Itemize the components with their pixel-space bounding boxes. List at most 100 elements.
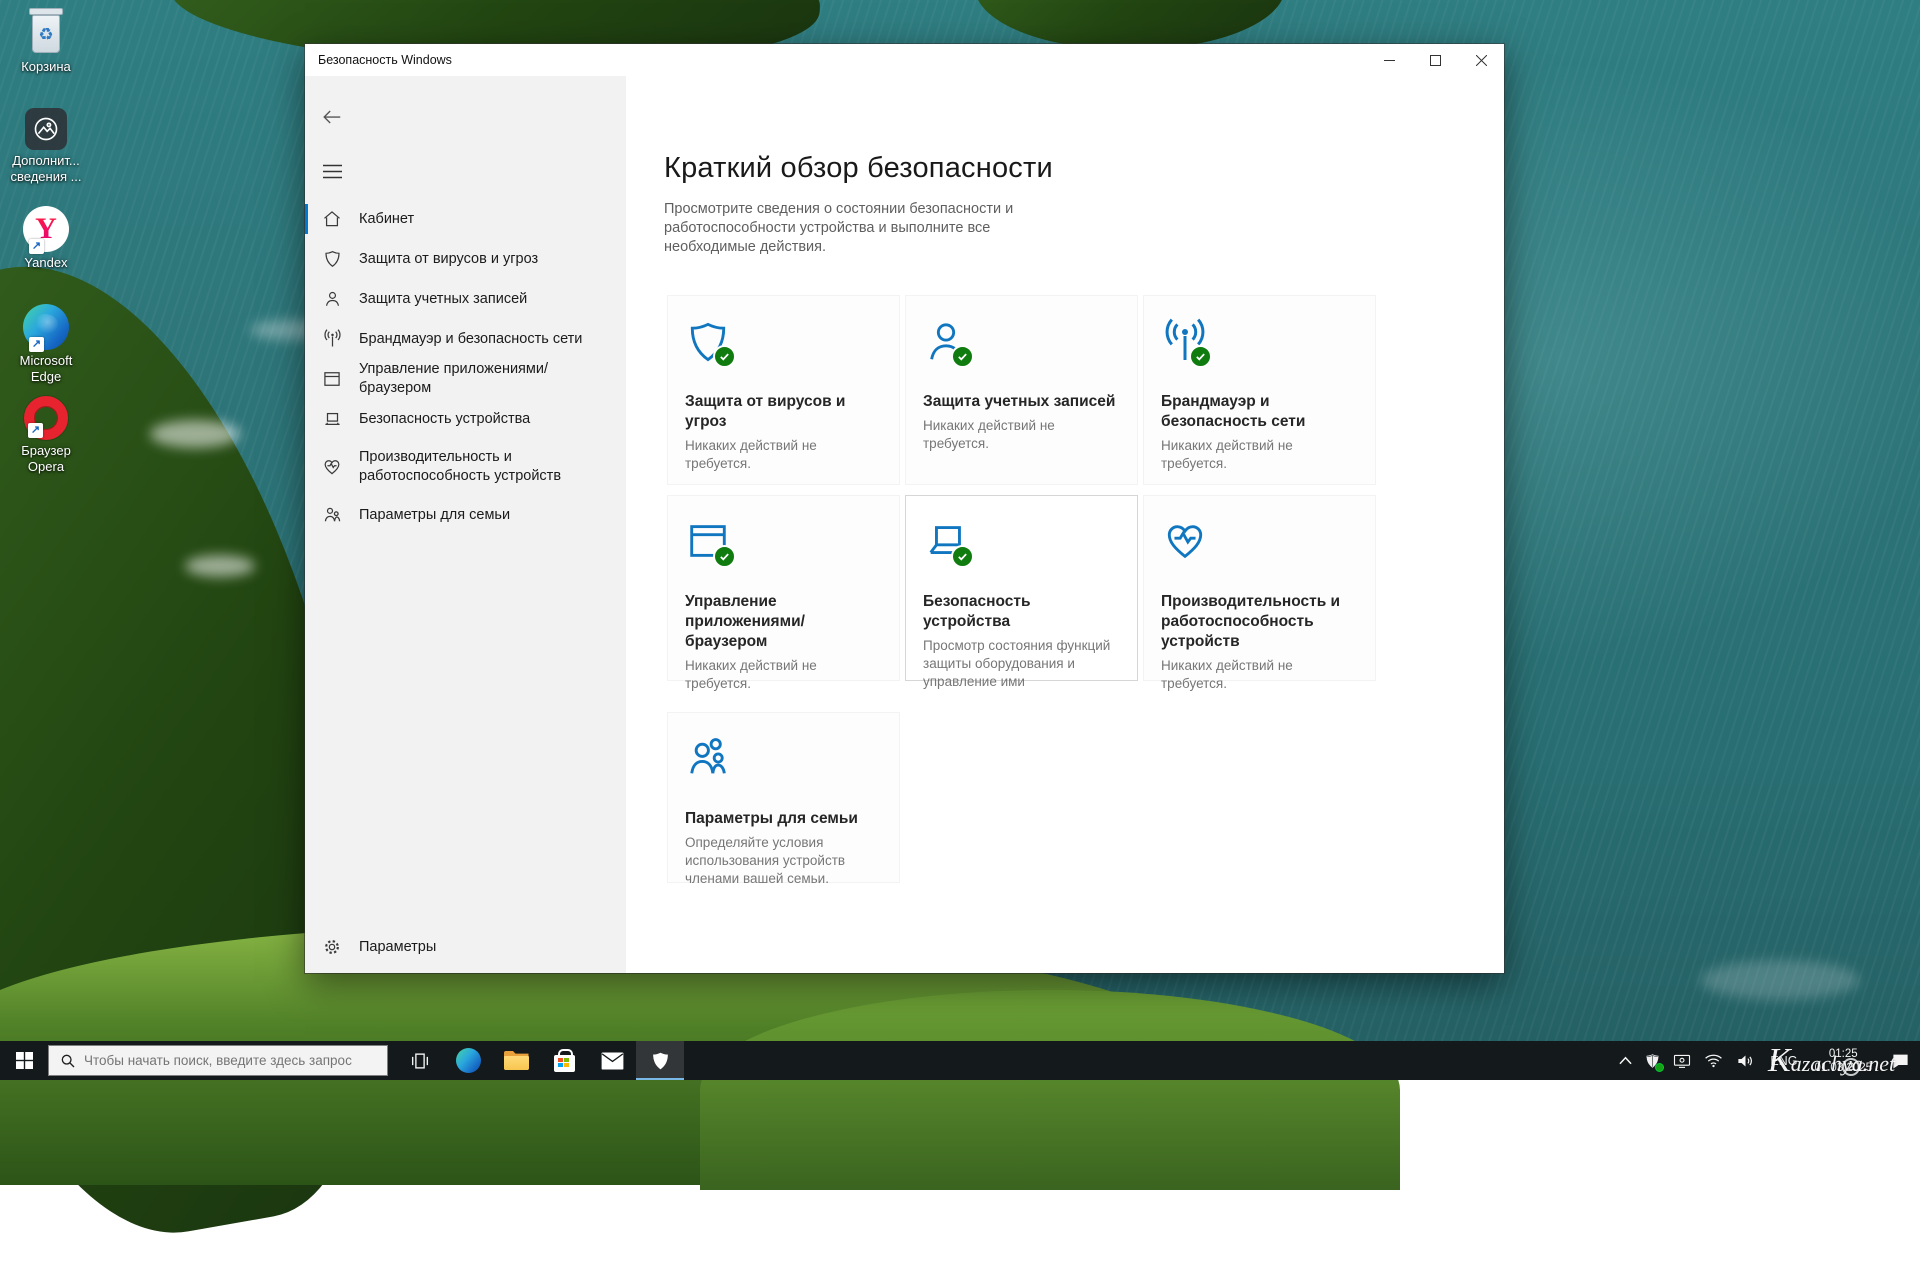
check-badge-icon bbox=[951, 545, 974, 568]
sea-foam bbox=[150, 420, 240, 448]
start-button[interactable] bbox=[0, 1041, 48, 1080]
yandex-icon: Y ↗ bbox=[23, 206, 69, 252]
health-icon bbox=[321, 456, 343, 478]
family-icon bbox=[685, 735, 737, 785]
desktop-icon-label: Дополнит... bbox=[8, 153, 84, 169]
tile-firewall[interactable]: Брандмауэр и безопасность сети Никаких д… bbox=[1143, 295, 1376, 485]
file-explorer-icon bbox=[504, 1051, 529, 1070]
sea-foam bbox=[185, 555, 255, 577]
mail-icon bbox=[601, 1052, 624, 1070]
device-icon bbox=[321, 408, 343, 430]
sidebar-item-firewall[interactable]: Брандмауэр и безопасность сети bbox=[305, 319, 626, 359]
windows-logo-icon bbox=[16, 1052, 33, 1069]
sidebar-item-family-options[interactable]: Параметры для семьи bbox=[305, 495, 626, 535]
action-center-button[interactable] bbox=[1880, 1041, 1920, 1080]
speaker-icon bbox=[1736, 1053, 1755, 1069]
desktop-icon-recycle-bin[interactable]: ♻ Корзина bbox=[8, 8, 84, 75]
minimize-button[interactable] bbox=[1366, 44, 1412, 76]
title-bar[interactable]: Безопасность Windows bbox=[305, 44, 1504, 76]
recycle-bin-icon: ♻ bbox=[26, 8, 66, 56]
mail-button[interactable] bbox=[588, 1041, 636, 1080]
action-center-icon bbox=[1891, 1052, 1910, 1070]
tray-chevron-button[interactable] bbox=[1613, 1041, 1637, 1080]
sidebar-item-device-security[interactable]: Безопасность устройства bbox=[305, 399, 626, 439]
sidebar-nav: Кабинет Защита от вирусов и угроз Защита bbox=[305, 199, 626, 535]
photo-icon bbox=[25, 108, 67, 150]
windows-security-icon bbox=[650, 1050, 671, 1072]
desktop-icon-label: Корзина bbox=[8, 59, 84, 75]
desktop-icon-edge[interactable]: ↗ Microsoft Edge bbox=[8, 304, 84, 385]
sidebar-item-app-browser-control[interactable]: Управление приложениями/браузером bbox=[305, 359, 626, 399]
desktop-icon-label: Yandex bbox=[8, 255, 84, 271]
tile-title: Защита учетных записей bbox=[923, 392, 1120, 412]
tile-title: Параметры для семьи bbox=[685, 809, 882, 829]
search-icon bbox=[60, 1053, 76, 1069]
back-button[interactable] bbox=[315, 102, 349, 132]
desktop-icon-label: Браузер bbox=[8, 443, 84, 459]
tile-title: Производительность и работоспособность у… bbox=[1161, 592, 1358, 652]
apps-icon bbox=[321, 368, 343, 390]
tray-wifi-button[interactable] bbox=[1697, 1041, 1729, 1080]
sidebar-item-device-health[interactable]: Производительность и работоспособность у… bbox=[305, 439, 626, 495]
tile-title: Брандмауэр и безопасность сети bbox=[1161, 392, 1358, 432]
sidebar-item-settings[interactable]: Параметры bbox=[305, 927, 626, 967]
tile-app-browser-control[interactable]: Управление приложениями/браузером Никаки… bbox=[667, 495, 900, 681]
hamburger-icon[interactable] bbox=[317, 158, 347, 184]
tray-date: 01.03.2025 bbox=[1814, 1061, 1872, 1075]
tile-status: Никаких действий не требуется. bbox=[685, 657, 882, 693]
tile-account-protection[interactable]: Защита учетных записей Никаких действий … bbox=[905, 295, 1138, 485]
device-icon bbox=[923, 518, 975, 568]
meet-now-icon bbox=[1673, 1053, 1691, 1069]
tile-device-health[interactable]: Производительность и работоспособность у… bbox=[1143, 495, 1376, 681]
taskbar-apps bbox=[396, 1041, 684, 1080]
sidebar-item-home[interactable]: Кабинет bbox=[305, 199, 626, 239]
windows-security-window: Безопасность Windows bbox=[305, 44, 1504, 973]
desktop-icon-additional-info[interactable]: Дополнит... сведения ... bbox=[8, 108, 84, 185]
tile-virus-protection[interactable]: Защита от вирусов и угроз Никаких действ… bbox=[667, 295, 900, 485]
tray-language-button[interactable]: ENG bbox=[1761, 1041, 1806, 1080]
edge-icon: ↗ bbox=[23, 304, 69, 350]
tray-security-button[interactable] bbox=[1637, 1041, 1667, 1080]
tray-clock-button[interactable]: 01:25 01.03.2025 bbox=[1806, 1041, 1880, 1080]
sidebar-item-virus-protection[interactable]: Защита от вирусов и угроз bbox=[305, 239, 626, 279]
desktop-icon-opera[interactable]: ↗ Браузер Opera bbox=[8, 396, 84, 475]
sidebar-settings: Параметры bbox=[305, 927, 626, 967]
tile-status: Определяйте условия использования устрой… bbox=[685, 834, 882, 888]
sidebar-item-label: Управление приложениями/браузером bbox=[359, 360, 626, 398]
check-badge-icon bbox=[713, 545, 736, 568]
network-icon bbox=[321, 328, 343, 350]
check-badge-icon bbox=[1189, 345, 1212, 368]
check-badge-icon bbox=[713, 345, 736, 368]
taskbar: ENG 01:25 01.03.2025 bbox=[0, 1041, 1920, 1080]
desktop-icon-label: Microsoft bbox=[8, 353, 84, 369]
windows-security-taskbar-button[interactable] bbox=[636, 1041, 684, 1080]
security-ok-dot bbox=[1655, 1063, 1664, 1072]
tile-status: Никаких действий не требуется. bbox=[685, 437, 882, 473]
tile-family-options[interactable]: Параметры для семьи Определяйте условия … bbox=[667, 712, 900, 883]
sidebar-item-label: Безопасность устройства bbox=[359, 410, 538, 429]
task-view-button[interactable] bbox=[396, 1041, 444, 1080]
shield-icon bbox=[321, 248, 343, 270]
sidebar-item-label: Защита от вирусов и угроз bbox=[359, 250, 546, 269]
gear-icon bbox=[321, 936, 343, 958]
sidebar-item-account-protection[interactable]: Защита учетных записей bbox=[305, 279, 626, 319]
close-button[interactable] bbox=[1458, 44, 1504, 76]
store-button[interactable] bbox=[540, 1041, 588, 1080]
search-input[interactable] bbox=[84, 1053, 374, 1068]
file-explorer-button[interactable] bbox=[492, 1041, 540, 1080]
tile-title: Безопасность устройства bbox=[923, 592, 1120, 632]
desktop-icon-label: сведения ... bbox=[8, 169, 84, 185]
tray-volume-button[interactable] bbox=[1729, 1041, 1761, 1080]
taskbar-search[interactable] bbox=[48, 1045, 388, 1076]
tray-display-button[interactable] bbox=[1667, 1041, 1697, 1080]
tile-title: Защита от вирусов и угроз bbox=[685, 392, 882, 432]
desktop-icon-yandex[interactable]: Y ↗ Yandex bbox=[8, 206, 84, 271]
page-description: Просмотрите сведения о состоянии безопас… bbox=[664, 200, 1064, 257]
maximize-button[interactable] bbox=[1412, 44, 1458, 76]
shortcut-arrow-icon: ↗ bbox=[29, 337, 44, 352]
opera-icon: ↗ bbox=[24, 396, 68, 440]
network-icon bbox=[1161, 318, 1213, 368]
edge-taskbar-button[interactable] bbox=[444, 1041, 492, 1080]
shortcut-arrow-icon: ↗ bbox=[28, 423, 43, 438]
tile-device-security[interactable]: Безопасность устройства Просмотр состоян… bbox=[905, 495, 1138, 681]
